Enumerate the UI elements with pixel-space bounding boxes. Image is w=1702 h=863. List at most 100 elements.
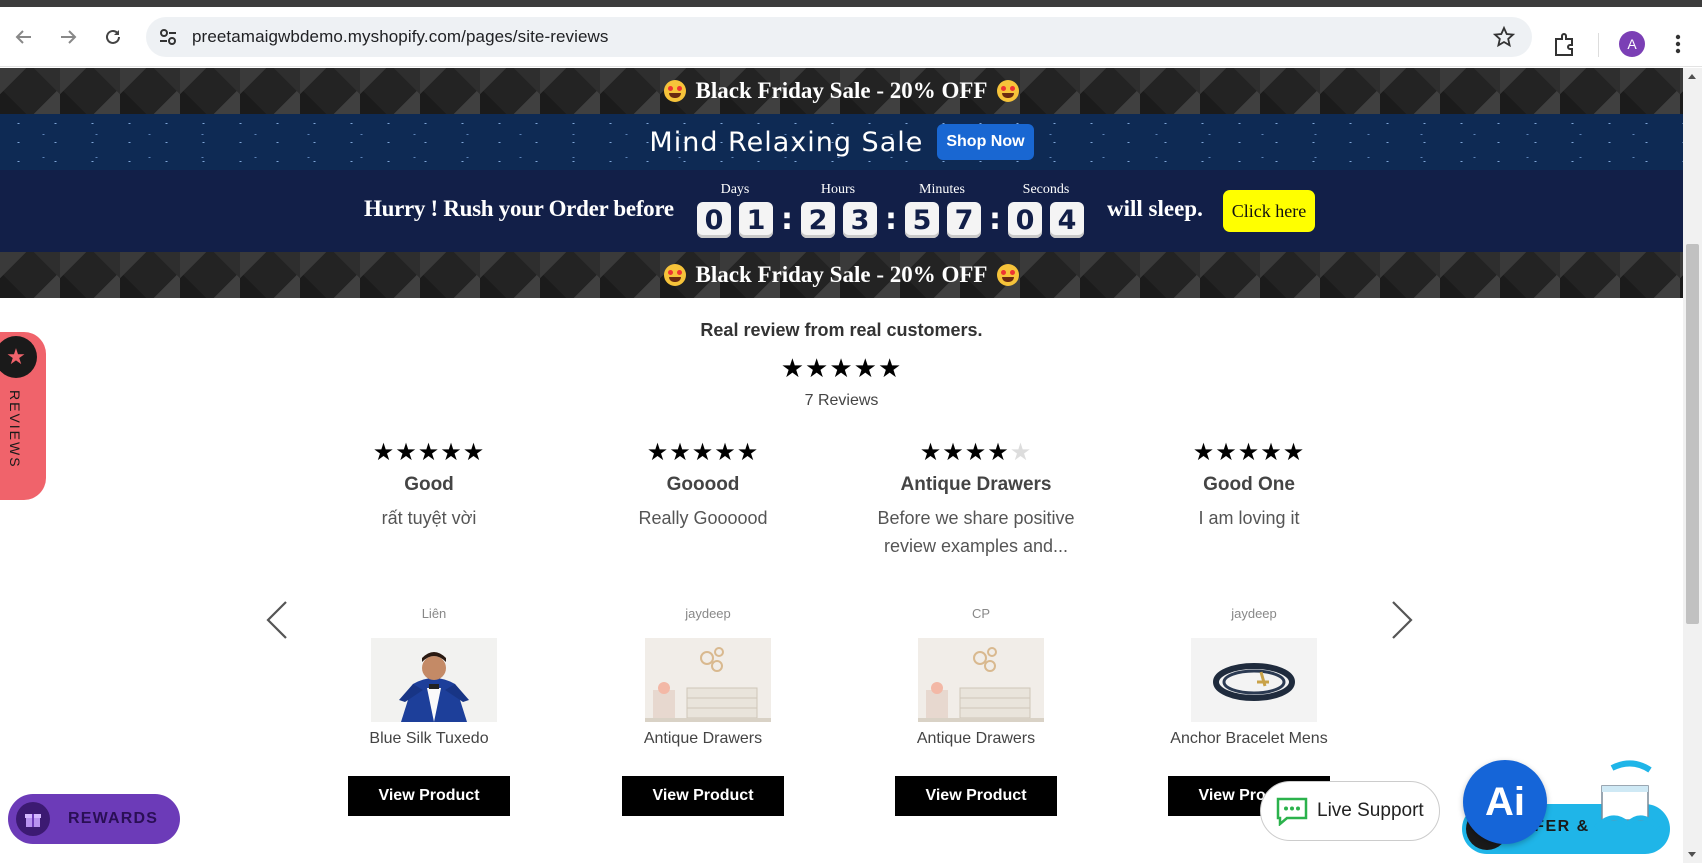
review-card: ★★★★★ Gooood Really Goooood jaydeep Anti… — [583, 438, 823, 816]
star-icon: ★ — [0, 336, 37, 378]
review-rating-stars: ★★★★★ — [646, 439, 760, 466]
url-text: preetamaigwbdemo.myshopify.com/pages/sit… — [192, 27, 609, 46]
summary-rating-stars: ★★★★★ — [780, 353, 903, 383]
carousel-prev-arrow-icon[interactable] — [262, 598, 292, 642]
star-struck-emoji-icon — [663, 264, 686, 286]
countdown-colon: : — [885, 202, 897, 237]
review-product-name: Anchor Bracelet Mens — [1170, 730, 1328, 747]
site-settings-icon[interactable] — [158, 27, 178, 47]
view-product-button[interactable]: View Product — [348, 776, 510, 816]
review-rating-stars: ★★★★★ — [919, 439, 1033, 466]
browser-toolbar: preetamaigwbdemo.myshopify.com/pages/sit… — [0, 7, 1702, 67]
countdown-colon: : — [781, 202, 793, 237]
product-image-tuxedo[interactable] — [371, 638, 497, 722]
live-support-button[interactable]: Live Support — [1260, 781, 1440, 841]
review-body: I am loving it — [1198, 508, 1300, 528]
sleep-text: will sleep. — [1107, 196, 1203, 221]
review-card: ★★★★★ Good rất tuyệt vời Liên Blue Silk … — [309, 438, 549, 816]
tuxedo-photo — [371, 638, 497, 722]
drawers-photo — [645, 638, 771, 722]
reviews-count: 7 Reviews — [804, 392, 879, 409]
extensions-icon[interactable] — [1548, 29, 1580, 61]
review-rating-stars: ★★★★★ — [1192, 439, 1306, 466]
view-product-button[interactable]: View Product — [622, 776, 784, 816]
days-digit: 0 — [697, 202, 731, 238]
review-author: jaydeep — [1231, 606, 1277, 621]
seconds-digit: 4 — [1050, 202, 1084, 238]
refer-illustration-icon — [1594, 760, 1660, 830]
review-card: ★★★★★ Antique Drawers Before we share po… — [856, 438, 1096, 816]
hours-label: Hours — [820, 182, 856, 197]
seconds-label: Seconds — [1022, 182, 1070, 197]
chat-bubble-icon — [1276, 797, 1308, 826]
forward-button[interactable] — [52, 21, 84, 53]
product-image-drawers[interactable] — [918, 638, 1044, 722]
review-body: Before we share positive review examples… — [877, 508, 1075, 556]
rewards-launcher[interactable]: REWARDS — [8, 794, 180, 844]
kebab-menu-icon[interactable] — [1666, 29, 1690, 59]
window-top-strip — [0, 0, 1702, 7]
review-author: Liên — [421, 606, 447, 621]
review-author: CP — [971, 606, 991, 621]
review-card: ★★★★★ Good One I am loving it jaydeep An… — [1129, 438, 1369, 816]
days-digit: 1 — [739, 202, 773, 238]
days-label: Days — [720, 182, 750, 197]
minutes-digit: 5 — [905, 202, 939, 238]
scroll-thumb[interactable] — [1686, 244, 1699, 624]
review-title: Good — [404, 474, 454, 495]
arrow-right-icon — [61, 30, 77, 44]
black-friday-text: Black Friday Sale - 20% OFF — [695, 78, 988, 103]
click-here-button[interactable]: Click here — [1223, 190, 1315, 232]
shop-now-button[interactable]: Shop Now — [937, 124, 1034, 160]
review-body: rất tuyệt vời — [381, 508, 477, 528]
reviews-side-tab[interactable]: ★ REVIEWS — [0, 332, 46, 500]
gift-icon — [16, 802, 50, 836]
countdown-banner: Hurry ! Rush your Order before Days 0 1 … — [0, 170, 1683, 254]
toolbar-divider — [1598, 33, 1599, 57]
black-friday-banner-top: Black Friday Sale - 20% OFF — [0, 68, 1683, 114]
profile-avatar[interactable]: A — [1619, 31, 1645, 57]
hours-digit: 2 — [801, 202, 835, 238]
product-image-drawers[interactable] — [645, 638, 771, 722]
scroll-down-arrow-icon[interactable] — [1688, 852, 1696, 857]
black-friday-text: Black Friday Sale - 20% OFF — [695, 262, 988, 287]
ai-assistant-button[interactable]: Ai — [1463, 760, 1547, 844]
review-author: jaydeep — [685, 606, 731, 621]
back-button[interactable] — [8, 21, 40, 53]
reload-button[interactable] — [97, 21, 129, 53]
star-struck-emoji-icon — [997, 264, 1020, 286]
arrow-left-icon — [15, 30, 31, 44]
bookmark-star-icon[interactable] — [1492, 25, 1516, 49]
drawers-photo — [918, 638, 1044, 722]
rewards-label: REWARDS — [68, 810, 159, 827]
product-image-bracelet[interactable] — [1191, 638, 1317, 722]
reviews-heading: Real review from real customers. — [700, 320, 983, 340]
view-product-button[interactable]: View Product — [895, 776, 1057, 816]
hours-digit: 3 — [843, 202, 877, 238]
scroll-up-arrow-icon[interactable] — [1688, 74, 1696, 79]
seconds-digit: 0 — [1008, 202, 1042, 238]
star-struck-emoji-icon — [663, 80, 686, 102]
countdown-colon: : — [989, 202, 1001, 237]
review-title: Antique Drawers — [900, 474, 1052, 495]
reload-icon — [106, 29, 120, 44]
review-title: Gooood — [666, 474, 740, 495]
star-struck-emoji-icon — [997, 80, 1020, 102]
live-support-label: Live Support — [1317, 800, 1424, 821]
minutes-label: Minutes — [919, 182, 965, 197]
bracelet-photo — [1191, 638, 1317, 722]
black-friday-banner-bottom: Black Friday Sale - 20% OFF — [0, 252, 1683, 298]
review-product-name: Blue Silk Tuxedo — [369, 730, 489, 747]
review-product-name: Antique Drawers — [916, 730, 1036, 747]
carousel-next-arrow-icon[interactable] — [1387, 598, 1417, 642]
reviews-tab-label: REVIEWS — [7, 390, 23, 469]
hurry-text: Hurry ! Rush your Order before — [364, 196, 674, 221]
minutes-digit: 7 — [947, 202, 981, 238]
review-body: Really Goooood — [638, 508, 768, 528]
review-rating-stars: ★★★★★ — [372, 439, 486, 466]
vertical-scrollbar[interactable] — [1683, 68, 1702, 863]
page-viewport: Black Friday Sale - 20% OFF Mind Relaxin… — [0, 68, 1683, 863]
address-bar[interactable]: preetamaigwbdemo.myshopify.com/pages/sit… — [146, 17, 1532, 57]
relax-sale-text: Mind Relaxing Sale — [649, 126, 924, 158]
review-product-name: Antique Drawers — [643, 730, 763, 747]
